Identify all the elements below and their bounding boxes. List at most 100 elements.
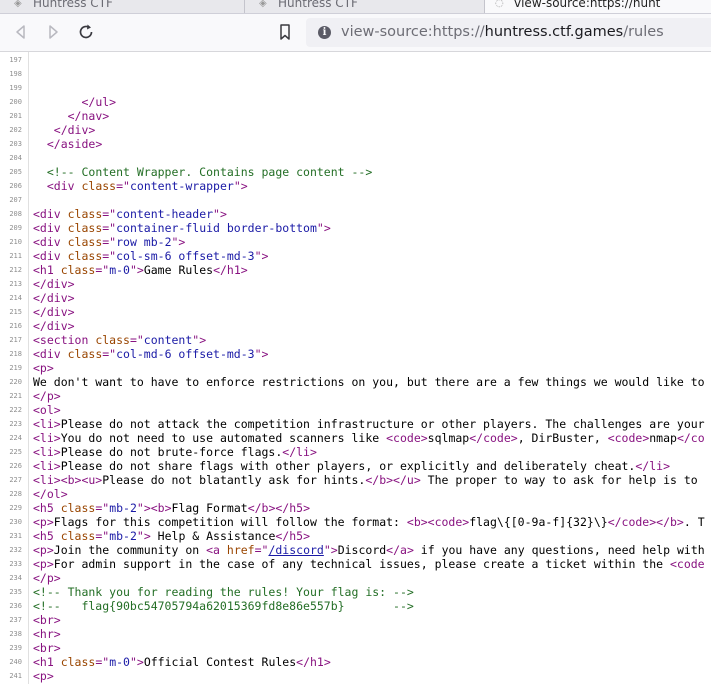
line-number: 225: [9, 448, 22, 456]
code-token: Discord: [337, 543, 387, 557]
code-token: class: [60, 263, 96, 277]
code-token: ">: [254, 249, 269, 263]
line-number: 222: [9, 406, 22, 414]
line-code: <h1 class="m-0">Official Contest Rules</…: [33, 655, 331, 669]
url-host: huntress.ctf.games: [484, 24, 624, 40]
line-code: </aside>: [33, 137, 102, 151]
code-token: ">: [171, 235, 186, 249]
reload-button[interactable]: [75, 21, 97, 43]
code-token: </h1>: [296, 655, 331, 669]
line-number: 221: [9, 392, 22, 400]
source-line: 201 </nav>: [0, 109, 711, 123]
code-token: <br>: [33, 613, 61, 627]
line-code: <br>: [33, 613, 61, 627]
source-line: 233 <p>For admin support in the case of a…: [0, 557, 711, 571]
code-token: <li>: [33, 459, 61, 473]
code-token: Join the community on: [53, 543, 207, 557]
source-line: 218 <div class="col-md-6 offset-md-3">: [0, 347, 711, 361]
source-line: 223 <li>Please do not attack the competit…: [0, 417, 711, 431]
line-code: <div class="col-md-6 offset-md-3">: [33, 347, 268, 361]
source-line: 212 <h1 class="m-0">Game Rules</h1>: [0, 263, 711, 277]
code-token: , DirBuster,: [517, 431, 608, 445]
source-line: 232 <p>Join the community on <a href="/di…: [0, 543, 711, 557]
line-number: 227: [9, 476, 22, 484]
source-line: 234 </p>: [0, 571, 711, 585]
line-number: 201: [9, 112, 22, 120]
source-line: 227 <li><b><u>Please do not blatantly ask…: [0, 473, 711, 487]
code-token: ">: [316, 221, 331, 235]
source-line: 203 </aside>: [0, 137, 711, 151]
line-number: 241: [9, 672, 22, 680]
code-token: <!-- Content Wrapper. Contains page cont…: [46, 165, 373, 179]
code-token: Please do not brute-force flags.: [60, 445, 283, 459]
code-token: <p>: [33, 543, 54, 557]
code-token: <hr>: [33, 627, 61, 641]
code-token: class: [67, 207, 103, 221]
line-number: 200: [9, 98, 22, 106]
code-token: <h5: [33, 529, 61, 543]
source-line: 205 <!-- Content Wrapper. Contains page …: [0, 165, 711, 179]
url-text[interactable]: view-source:https://huntress.ctf.games/r…: [341, 18, 664, 47]
code-token: </p>: [33, 389, 61, 403]
line-code: <h5 class="mb-2"><b>Flag Format</b></h5>: [33, 501, 310, 515]
line-number: 228: [9, 490, 22, 498]
line-code: </nav>: [33, 109, 110, 123]
code-token: m-0: [109, 263, 130, 277]
source-link[interactable]: /discord: [268, 543, 323, 557]
view-source-panel[interactable]: 197 198 199 200 </ul> 201 </nav> 202 </div> 20…: [0, 52, 711, 684]
line-code: <div class="row mb-2">: [33, 235, 185, 249]
line-number: 214: [9, 294, 22, 302]
source-line: 221 </p>: [0, 389, 711, 403]
back-button[interactable]: [10, 21, 32, 43]
code-token: container-fluid border-bottom: [116, 221, 317, 235]
code-token: =": [102, 207, 117, 221]
source-line: 222 <ol>: [0, 403, 711, 417]
line-code: <!-- flag{90bc54705794a62015369fd8e86e55…: [33, 599, 414, 613]
info-icon[interactable]: i: [318, 26, 331, 39]
line-number: 216: [9, 322, 22, 330]
code-token: </ul>: [81, 95, 117, 109]
code-token: row mb-2: [116, 235, 172, 249]
line-code: </div>: [33, 305, 75, 319]
code-token: </div>: [53, 123, 96, 137]
code-token: <p>: [33, 361, 54, 375]
tab-huntress-ctf-2[interactable]: ◈ Huntress CTF: [244, 0, 484, 13]
tab-huntress-ctf-1[interactable]: ◈ Huntress CTF: [0, 0, 243, 13]
code-token: =": [102, 235, 117, 249]
code-token: =": [254, 543, 269, 557]
address-bar[interactable]: i view-source:https://huntress.ctf.games…: [306, 18, 711, 47]
line-code: <div class="content-header">: [33, 207, 227, 221]
code-token: "><b>: [136, 501, 172, 515]
line-number: 202: [9, 126, 22, 134]
line-number: 208: [9, 210, 22, 218]
code-token: ">: [136, 529, 151, 543]
code-token: ">: [213, 207, 227, 221]
code-token: Official Contest Rules: [143, 655, 297, 669]
code-token: mb-2: [109, 529, 137, 543]
source-line: 230 <p>Flags for this competition will fo…: [0, 515, 711, 529]
code-token: <div: [46, 179, 82, 193]
tab-title: view-source:https://hunt: [514, 0, 661, 10]
source-line: 214 </div>: [0, 291, 711, 305]
line-number: 229: [9, 504, 22, 512]
line-number: 239: [9, 644, 22, 652]
bookmark-button[interactable]: [274, 21, 296, 43]
source-line: 220 We don't want to have to enforce rest…: [0, 375, 711, 389]
forward-button[interactable]: [42, 21, 64, 43]
source-line: 207: [0, 193, 711, 207]
line-code: </ol>: [33, 487, 68, 501]
line-number: 203: [9, 140, 22, 148]
source-line: 216 </div>: [0, 319, 711, 333]
line-code: <p>Join the community on <a href="/disco…: [33, 543, 705, 557]
code-token: </p>: [33, 571, 61, 585]
code-token: <p>: [33, 669, 54, 683]
code-token: </h1>: [213, 263, 248, 277]
code-token: ">: [233, 179, 248, 193]
source-line: 215 </div>: [0, 305, 711, 319]
line-number: 204: [9, 154, 22, 162]
code-token: class: [67, 221, 103, 235]
tab-view-source[interactable]: ◌ view-source:https://hunt: [484, 0, 711, 13]
code-token: ">: [323, 543, 338, 557]
